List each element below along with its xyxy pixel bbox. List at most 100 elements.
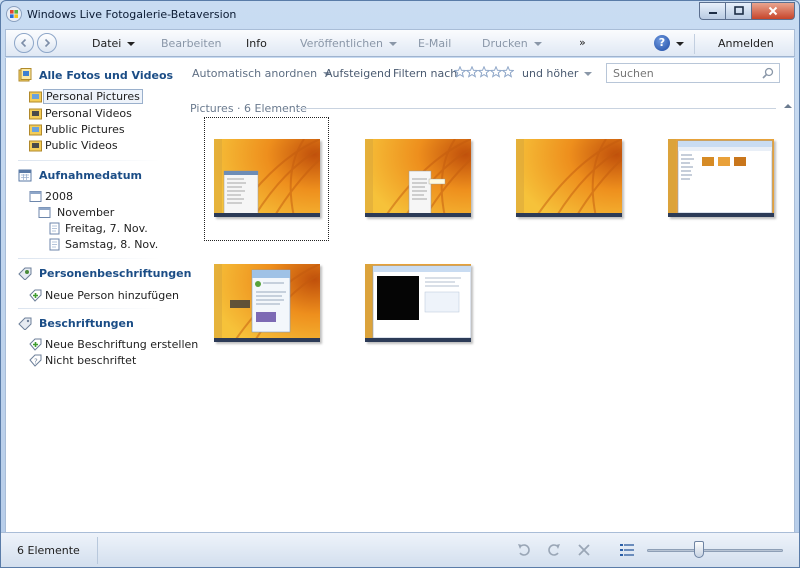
help-icon[interactable]: ? — [654, 35, 670, 51]
section-divider — [18, 258, 160, 259]
app-window: Windows Live Fotogalerie-Betaversion Dat… — [0, 0, 800, 568]
more-commands-button[interactable]: » — [579, 36, 586, 49]
veroeffentlichen-label: Veröffentlichen — [300, 37, 383, 50]
email-button[interactable]: E-Mail — [418, 37, 451, 50]
toolbar-divider — [694, 34, 695, 54]
video-window-image — [365, 264, 471, 342]
arrange-menu[interactable]: Automatisch anordnen — [192, 67, 332, 80]
details-view-icon[interactable] — [619, 542, 635, 558]
maximize-icon — [733, 6, 744, 15]
star-icon[interactable] — [490, 66, 502, 78]
rotate-right-icon[interactable] — [546, 542, 562, 558]
title-bar[interactable]: Windows Live Fotogalerie-Betaversion — [1, 1, 799, 29]
arrow-left-icon — [20, 38, 27, 48]
calendar-page-icon — [49, 238, 60, 251]
new-tag-label: Neue Beschriftung erstellen — [45, 338, 199, 351]
item-count: 6 Elemente — [17, 544, 80, 557]
folder-label: Personal Videos — [45, 107, 132, 120]
videos-folder-icon — [29, 140, 42, 152]
videos-folder-icon — [29, 108, 42, 120]
folder-label: Public Videos — [45, 139, 118, 152]
sort-button[interactable]: Aufsteigend — [325, 67, 391, 80]
wallpaper-image — [516, 139, 622, 217]
search-box — [606, 63, 780, 83]
tags-label: Beschriftungen — [39, 317, 134, 330]
datei-menu[interactable]: Datei — [92, 37, 136, 50]
add-tag-icon — [29, 338, 42, 351]
filter-label: Filtern nach — [393, 67, 458, 80]
rotate-left-icon[interactable] — [516, 542, 532, 558]
minimize-button[interactable] — [699, 2, 725, 20]
rating-filter[interactable] — [454, 66, 514, 78]
toolbar: Datei Bearbeiten Info Veröffentlichen E-… — [5, 29, 795, 57]
datei-label: Datei — [92, 37, 122, 50]
veroeffentlichen-menu[interactable]: Veröffentlichen — [300, 37, 397, 50]
photo-thumbnail[interactable] — [365, 139, 471, 217]
back-button[interactable] — [14, 33, 34, 53]
month-label: November — [57, 206, 115, 219]
arrow-right-icon — [44, 38, 51, 48]
delete-icon[interactable] — [576, 542, 592, 558]
photo-thumbnail[interactable] — [668, 139, 774, 217]
calendar-page-icon — [49, 222, 60, 235]
bearbeiten-button[interactable]: Bearbeiten — [161, 37, 221, 50]
photo-thumbnail[interactable] — [214, 264, 320, 342]
help-chevron-down-icon[interactable] — [676, 42, 684, 46]
day-label: Samstag, 8. Nov. — [65, 238, 159, 251]
search-icon[interactable] — [762, 67, 774, 79]
photo-thumbnail[interactable] — [516, 139, 622, 217]
all-photos-label: Alle Fotos und Videos — [39, 69, 174, 82]
arrange-label: Automatisch anordnen — [192, 67, 318, 80]
forward-button[interactable] — [37, 33, 57, 53]
section-divider — [18, 160, 160, 161]
collapse-chevron-up-icon[interactable] — [784, 104, 792, 108]
window-title: Windows Live Fotogalerie-Betaversion — [27, 8, 237, 21]
navigation-pane: Alle Fotos und Videos Personal Pictures … — [6, 58, 198, 532]
chevron-down-icon — [533, 42, 542, 46]
minimize-icon — [708, 12, 717, 14]
calendar-icon — [29, 191, 42, 202]
people-tags-label: Personenbeschriftungen — [39, 267, 192, 280]
photo-stack-icon — [18, 68, 32, 82]
star-icon[interactable] — [502, 66, 514, 78]
content-area: Alle Fotos und Videos Personal Pictures … — [5, 58, 795, 532]
untagged-icon: ? — [29, 354, 42, 367]
drucken-menu[interactable]: Drucken — [482, 37, 542, 50]
tag-icon — [18, 317, 32, 330]
zoom-slider-thumb[interactable] — [693, 541, 704, 558]
anmelden-button[interactable]: Anmelden — [718, 37, 774, 50]
windows-logo-icon[interactable] — [6, 6, 22, 22]
folder-label: Public Pictures — [45, 123, 125, 136]
rating-scope-menu[interactable]: und höher — [522, 67, 593, 80]
untagged-label: Nicht beschriftet — [45, 354, 137, 367]
search-input[interactable] — [613, 67, 753, 80]
group-header[interactable]: Pictures · 6 Elemente — [190, 102, 307, 115]
info-button[interactable]: Info — [246, 37, 267, 50]
rating-scope-label: und höher — [522, 67, 579, 80]
date-taken-label: Aufnahmedatum — [39, 169, 142, 182]
maximize-button[interactable] — [725, 2, 751, 20]
add-person-label: Neue Person hinzufügen — [45, 289, 180, 302]
drucken-label: Drucken — [482, 37, 528, 50]
star-icon[interactable] — [478, 66, 490, 78]
photo-thumbnail[interactable] — [365, 264, 471, 342]
messenger-window-image — [214, 264, 320, 342]
folder-label: Personal Pictures — [43, 89, 143, 104]
section-divider — [18, 308, 160, 309]
close-button[interactable] — [751, 2, 795, 20]
star-icon[interactable] — [454, 66, 466, 78]
filter-bar: Automatisch anordnen Aufsteigend Filtern… — [184, 62, 784, 84]
group-divider — [296, 108, 776, 109]
chevron-down-icon — [584, 72, 593, 76]
pictures-folder-icon — [29, 124, 42, 136]
svg-text:?: ? — [34, 358, 38, 366]
add-tag-icon — [29, 289, 42, 302]
person-tag-icon — [18, 267, 32, 280]
zoom-slider-track[interactable] — [647, 549, 783, 552]
close-icon — [768, 6, 778, 16]
window-controls — [699, 2, 795, 20]
wallpaper-image — [365, 139, 471, 217]
star-icon[interactable] — [466, 66, 478, 78]
status-divider — [97, 537, 98, 564]
photo-thumbnail[interactable] — [214, 139, 320, 217]
